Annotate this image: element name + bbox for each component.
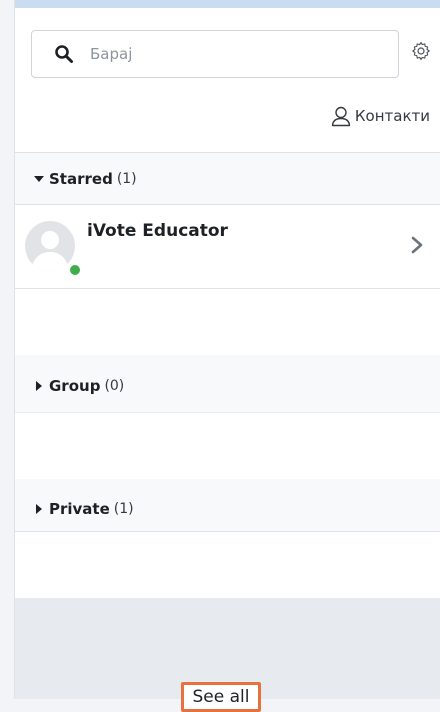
chevron-right-icon <box>411 236 423 254</box>
starred-section-toggle[interactable]: Starred (1) <box>15 164 440 194</box>
top-accent-bar <box>15 0 440 8</box>
starred-section-title: Starred <box>49 170 113 188</box>
drawer-footer: See all <box>15 598 440 712</box>
search-box[interactable] <box>31 30 399 78</box>
caret-right-icon <box>36 381 42 391</box>
group-section-spacer <box>15 413 440 479</box>
group-section-count: (0) <box>104 378 125 394</box>
group-section-toggle[interactable]: Group (0) <box>15 371 440 401</box>
group-section: Group (0) <box>15 355 440 413</box>
private-section-title: Private <box>49 500 110 518</box>
starred-section-spacer <box>15 289 440 355</box>
contact-list-item[interactable]: iVote Educator <box>15 204 440 289</box>
search-input[interactable] <box>90 42 380 66</box>
group-section-title: Group <box>49 377 101 395</box>
messaging-drawer: Контакти Starred (1) iVote Educator <box>14 0 440 712</box>
private-section-toggle[interactable]: Private (1) <box>15 494 440 524</box>
caret-right-icon <box>36 504 42 514</box>
online-status-indicator <box>68 263 82 277</box>
contacts-link-label: Контакти <box>354 107 430 125</box>
private-section-count: (1) <box>113 501 134 517</box>
caret-down-icon <box>34 176 44 182</box>
contact-name: iVote Educator <box>87 221 228 241</box>
user-icon <box>331 106 351 127</box>
private-section: Private (1) <box>15 479 440 532</box>
gear-icon[interactable] <box>411 41 431 61</box>
starred-section: Starred (1) <box>15 152 440 204</box>
private-section-spacer <box>15 532 440 598</box>
search-icon <box>55 45 73 63</box>
see-all-button[interactable]: See all <box>181 682 261 712</box>
starred-section-count: (1) <box>116 171 137 187</box>
contacts-link[interactable]: Контакти <box>330 104 430 128</box>
avatar <box>25 221 75 271</box>
